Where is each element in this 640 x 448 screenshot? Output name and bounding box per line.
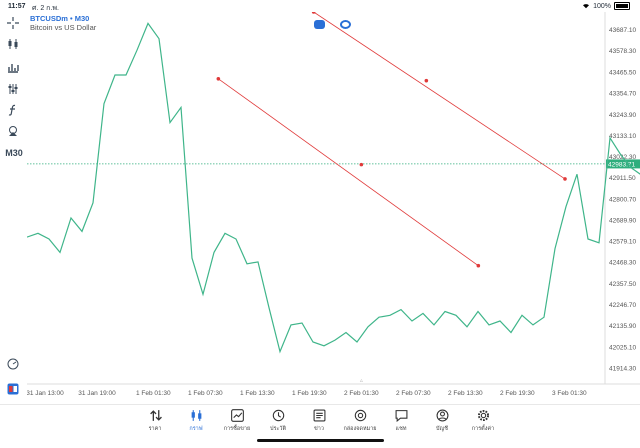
mailbox-icon: [354, 409, 366, 422]
nav-item-label: ราคา: [148, 426, 162, 432]
time-tick-label: 31 Jan 19:00: [78, 390, 116, 397]
home-indicator: [257, 439, 384, 442]
left-toolbar: M30: [0, 12, 27, 402]
scroll-marker-icon: ▵: [360, 378, 363, 384]
price-tick-label: 43687.10: [609, 27, 636, 34]
indicators-icon[interactable]: [6, 60, 20, 74]
history-icon: [272, 409, 284, 422]
nav-item-quotes[interactable]: ราคา: [135, 409, 175, 433]
battery-percent: 100%: [593, 2, 611, 10]
candlestick-icon[interactable]: [6, 37, 20, 51]
price-chart[interactable]: 43687.10 43578.30 43465.50 43354.70 43243.90…: [27, 12, 640, 404]
wifi-icon: [583, 4, 590, 9]
nav-item-mailbox[interactable]: กล่องจดหมาย: [340, 409, 380, 433]
price-tick-label: 43465.50: [609, 69, 636, 76]
battery-icon: [614, 2, 630, 10]
chat-icon: [395, 410, 407, 422]
nav-item-label: การตั้งค่า: [471, 426, 495, 432]
price-tick-label: 43578.30: [609, 48, 636, 55]
time-tick-label: 2 Feb 13:30: [448, 390, 483, 397]
speedometer-icon[interactable]: [6, 357, 20, 371]
time-tick-label: 1 Feb 13:30: [240, 390, 275, 397]
nav-item-label: การซื้อขาย: [223, 426, 251, 432]
parameters-icon[interactable]: [6, 82, 20, 96]
chart-header: BTCUSDm • M30 Bitcoin vs US Dollar: [30, 14, 96, 32]
account-icon: [436, 409, 448, 422]
price-series-line: [27, 22, 640, 354]
nav-item-account[interactable]: บัญชี: [422, 409, 462, 433]
trendline-anchor-point: [359, 162, 364, 167]
crosshair-icon[interactable]: [6, 16, 20, 30]
nav-item-label: ข่าว: [314, 426, 324, 432]
time-tick-label: 2 Feb 01:30: [344, 390, 379, 397]
trendline-1: [218, 78, 479, 267]
symbol-name[interactable]: BTCUSDm • M30: [30, 14, 96, 23]
nav-item-chat[interactable]: แชท: [381, 409, 421, 433]
price-tick-label: 43354.70: [609, 91, 636, 98]
price-tick-label: 42911.50: [609, 175, 636, 182]
price-tick-label: 42357.50: [609, 281, 636, 288]
chart-icon: [191, 410, 201, 421]
price-tick-label: 42468.30: [609, 260, 636, 267]
timeframe-button[interactable]: M30: [4, 146, 24, 160]
time-tick-label: 3 Feb 01:30: [552, 390, 587, 397]
buy-sell-toggle-icon[interactable]: [314, 20, 325, 29]
time-tick-label: 31 Jan 13:00: [27, 390, 64, 397]
nav-item-history[interactable]: ประวัติ: [258, 409, 298, 433]
trendline-anchor-point: [563, 177, 567, 181]
function-icon[interactable]: [6, 103, 20, 117]
nav-item-label: ประวัติ: [269, 426, 287, 432]
nav-item-label: บัญชี: [436, 426, 448, 432]
status-bar: 11:57 ศ. 2 ก.พ. 100%: [0, 0, 640, 12]
trendline-anchor-point: [424, 78, 429, 83]
price-tick-label: 42800.70: [609, 196, 636, 203]
time-tick-label: 1 Feb 07:30: [188, 390, 223, 397]
nav-item-trade[interactable]: การซื้อขาย: [217, 409, 257, 433]
time-tick-label: 2 Feb 19:30: [500, 390, 535, 397]
trendline-anchor-point: [476, 263, 481, 268]
status-time: 11:57: [8, 3, 26, 10]
status-right: 100%: [582, 2, 630, 10]
quotes-icon: [149, 410, 162, 421]
time-tick-label: 1 Feb 01:30: [136, 390, 171, 397]
nav-item-chart[interactable]: กราฟ: [176, 409, 216, 433]
settings-icon: [477, 409, 489, 422]
nav-item-label: กราฟ: [189, 426, 203, 432]
price-tick-label: 42135.90: [609, 323, 636, 330]
sync-icon[interactable]: [340, 20, 351, 29]
trade-icon: [230, 409, 244, 422]
time-tick-label: 1 Feb 19:30: [292, 390, 327, 397]
trendline-2: [313, 12, 566, 180]
nav-item-news[interactable]: ข่าว: [299, 409, 339, 433]
price-tick-label: 42246.70: [609, 302, 636, 309]
objects-icon[interactable]: [6, 124, 20, 138]
time-tick-label: 2 Feb 07:30: [396, 390, 431, 397]
nav-item-label: กล่องจดหมาย: [343, 426, 377, 432]
price-tick-label: 42579.10: [609, 239, 636, 246]
trendline-anchor-point: [216, 76, 221, 81]
oneclick-trading-icon[interactable]: [6, 382, 20, 396]
nav-item-settings[interactable]: การตั้งค่า: [463, 409, 503, 433]
price-tick-label: 42689.90: [609, 217, 636, 224]
price-tick-label: 42025.10: [609, 344, 636, 351]
symbol-description: Bitcoin vs US Dollar: [30, 23, 97, 32]
news-icon: [313, 409, 325, 422]
price-tick-label: 43133.10: [609, 133, 636, 140]
price-tick-label: 41914.30: [609, 365, 636, 372]
nav-item-label: แชท: [395, 426, 407, 432]
price-tick-label: 43243.90: [609, 112, 636, 119]
trendline-anchor-point: [311, 12, 316, 14]
